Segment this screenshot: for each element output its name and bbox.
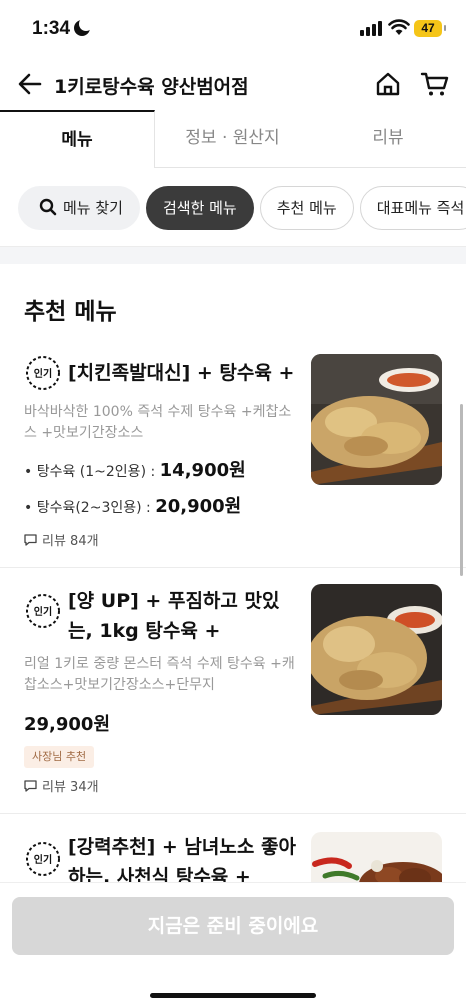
tab-reviews[interactable]: 리뷰 (310, 110, 466, 168)
review-count: 리뷰 84개 (24, 530, 99, 549)
popular-badge-label: 인기 (33, 369, 53, 380)
tab-menu[interactable]: 메뉴 (0, 110, 155, 168)
status-time: 1:34 (32, 18, 71, 39)
menu-item-price: 29,900원 (24, 714, 111, 735)
status-bar: 1:34 47 (0, 0, 466, 58)
menu-item-description: 리얼 1키로 중량 몬스터 즉석 수제 탕수육 +캐찹소스+맛보기간장소스+단무… (24, 656, 295, 693)
bottom-action-bar: 지금은 준비 중이에요 (0, 882, 466, 1008)
price-option-value: 20,900원 (155, 496, 242, 517)
home-icon[interactable] (374, 70, 402, 98)
section-title: 추천 메뉴 (24, 299, 117, 325)
popular-badge: 인기 (24, 354, 62, 392)
order-button-disabled[interactable]: 지금은 준비 중이에요 (12, 897, 454, 955)
comment-icon (24, 534, 37, 546)
menu-filter-chips: 메뉴 찾기 검색한 메뉴 추천 메뉴 대표메뉴 즉석 (18, 186, 466, 230)
review-count: 리뷰 34개 (24, 776, 99, 795)
popular-badge-label: 인기 (33, 855, 53, 866)
tab-bar: 메뉴 정보 · 원산지 리뷰 (0, 110, 466, 168)
price-option: • 탕수육(2~3인용) : 20,900원 (24, 492, 241, 518)
price-option: • 탕수육 (1~2인용) : 14,900원 (24, 456, 246, 482)
chip-signature-menu[interactable]: 대표메뉴 즉석 (359, 186, 466, 230)
popular-badge: 인기 (24, 592, 62, 630)
price-option-value: 14,900원 (159, 460, 246, 481)
wifi-icon (388, 19, 410, 35)
menu-item-photo (311, 584, 442, 715)
chip-searched-menu[interactable]: 검색한 메뉴 (145, 186, 254, 230)
home-indicator (150, 993, 316, 998)
back-arrow-icon[interactable] (16, 70, 44, 98)
section-divider (0, 246, 466, 264)
review-count-label: 리뷰 34개 (42, 780, 99, 795)
menu-item-photo (311, 354, 442, 485)
menu-item-name: [치킨족발대신] + 탕수육 + (68, 362, 295, 384)
scrollbar[interactable] (460, 404, 463, 576)
price-option-label: • 탕수육 (1~2인용) : (24, 464, 160, 480)
menu-item-name: [양 UP] + 푸짐하고 맛있는, 1kg 탕수육 + (68, 590, 280, 642)
cart-icon[interactable] (420, 70, 450, 98)
tab-info-origin[interactable]: 정보 · 원산지 (155, 110, 310, 168)
popular-badge: 인기 (24, 840, 62, 878)
menu-item-description: 바삭바삭한 100% 즉석 수제 탕수육 +케찹소스 +맛보기간장소스 (24, 404, 292, 441)
menu-search-chip[interactable]: 메뉴 찾기 (18, 186, 140, 230)
app-header: 1키로탕수육 양산범어점 (0, 58, 466, 110)
signal-icon (360, 20, 382, 36)
page-title: 1키로탕수육 양산범어점 (54, 76, 249, 98)
chip-recommended-menu[interactable]: 추천 메뉴 (259, 186, 354, 230)
owner-recommend-badge: 사장님 추천 (24, 746, 95, 768)
review-count-label: 리뷰 84개 (42, 534, 99, 549)
comment-icon (24, 780, 37, 792)
popular-badge-label: 인기 (33, 607, 53, 618)
menu-item[interactable]: 인기 [양 UP] + 푸짐하고 맛있는, 1kg 탕수육 + 리얼 1키로 중… (0, 568, 466, 814)
moon-icon (74, 17, 93, 36)
battery-indicator: 47 (414, 20, 446, 37)
menu-item[interactable]: 인기 [치킨족발대신] + 탕수육 + 바삭바삭한 100% 즉석 수제 탕수육… (0, 340, 466, 568)
menu-search-label: 메뉴 찾기 (63, 199, 123, 217)
search-icon (39, 198, 57, 216)
price-option-label: • 탕수육(2~3인용) : (24, 500, 156, 516)
